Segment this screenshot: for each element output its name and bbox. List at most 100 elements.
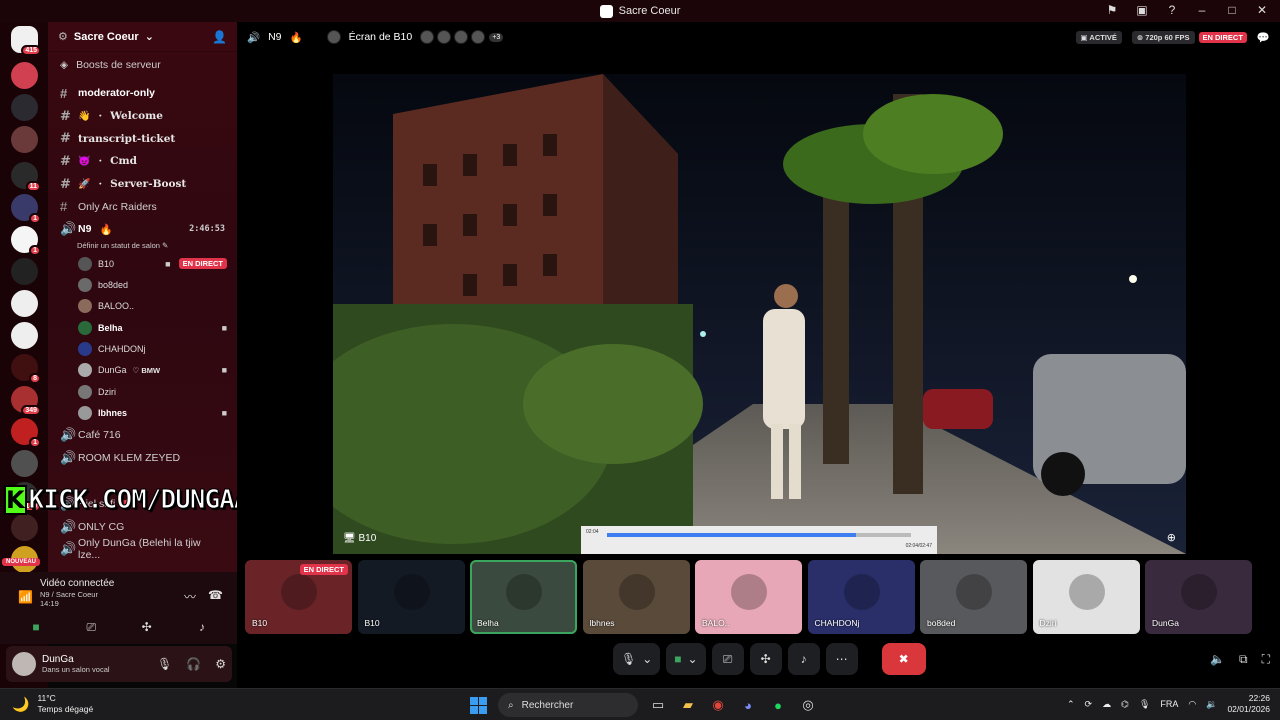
screen-share-button[interactable]: ⎚ [711, 643, 744, 675]
voice-member[interactable]: lbhnes ■ [48, 403, 237, 424]
participant-tile[interactable]: lbhnes [582, 560, 690, 634]
camera-toggle-button[interactable]: ■ ⌄ [666, 643, 706, 675]
server-icon[interactable] [11, 94, 38, 121]
fullscreen-icon[interactable]: ⛶ [1262, 652, 1270, 667]
zoom-icon[interactable]: ⊕ [1167, 531, 1176, 544]
minimize-icon[interactable]: – [1194, 3, 1210, 17]
user-info[interactable]: DunGa Dans un salon vocal [42, 654, 110, 674]
file-explorer-icon[interactable]: ▰ [678, 695, 698, 715]
app-icon[interactable]: ◎ [798, 695, 818, 715]
more-options-button[interactable]: ⋯ [825, 643, 858, 675]
invite-icon[interactable]: 👤 [212, 30, 227, 44]
participant-tile[interactable]: Belha [470, 560, 577, 634]
spotify-icon[interactable]: ● [768, 695, 788, 715]
volume-icon[interactable]: 🔈 [1210, 652, 1225, 667]
leave-call-button[interactable]: ✖ [881, 643, 926, 675]
cloud-icon[interactable]: ☁ [1102, 699, 1111, 710]
participant-tile[interactable]: bo8ded [920, 560, 1027, 634]
clock[interactable]: 22:26 02/01/2026 [1227, 693, 1270, 715]
chevron-up-icon[interactable]: ⌃ [1067, 699, 1075, 710]
chevron-down-icon[interactable]: ⌄ [688, 652, 698, 666]
participant-tile[interactable]: CHAHDONj [807, 560, 915, 634]
server-icon[interactable] [11, 62, 38, 89]
stream-video[interactable]: 🖥 B10 ⊕ 02:04 02:04/02:47 [333, 74, 1186, 554]
close-icon[interactable]: ✕ [1254, 3, 1270, 17]
chat-icon[interactable]: 💬 [1257, 31, 1270, 44]
volume-icon[interactable]: 🔉 [1206, 699, 1217, 710]
active-status[interactable]: ▣ ACTIVÉ [1075, 30, 1122, 44]
server-boosts[interactable]: ◈ Boosts de serveur [48, 52, 237, 78]
soundboard-button[interactable]: ♪ [180, 616, 224, 638]
disconnect-icon[interactable]: ☎ [208, 588, 223, 605]
voice-member[interactable]: bo8ded [48, 274, 237, 295]
voice-member[interactable]: DunGa ♡ BMW ■ [48, 360, 237, 381]
voice-channel-n9[interactable]: 🔊 N9 🔥 2:46:53 [48, 218, 237, 241]
screen-icon[interactable]: ▣ [1134, 3, 1150, 17]
participant-tile[interactable]: Dziri [1032, 560, 1140, 634]
server-icon[interactable]: 11 [11, 162, 41, 192]
mic-toggle-button[interactable]: 🎙 ⌄ [613, 643, 661, 675]
channel-item[interactable]: # 😈 · Cmd [48, 150, 237, 173]
voice-channel-item[interactable]: 🔊 Café 716 [48, 424, 237, 447]
server-icon[interactable] [11, 322, 38, 349]
more-viewers-count[interactable]: +3 [489, 32, 504, 42]
voice-member[interactable]: Dziri [48, 381, 237, 402]
participant-tile[interactable]: DunGa [1145, 560, 1252, 634]
language-indicator[interactable]: FRA [1160, 699, 1178, 709]
activities-button[interactable]: ✣ [749, 643, 782, 675]
avatar[interactable] [12, 652, 36, 676]
task-view-icon[interactable]: ▭ [648, 695, 668, 715]
help-icon[interactable]: ? [1164, 3, 1180, 17]
server-icon[interactable]: 8 [11, 354, 41, 384]
voice-member[interactable]: Belha ■ [48, 317, 237, 338]
server-icon[interactable] [11, 290, 38, 317]
participant-tile[interactable]: B10 EN DIRECT [245, 560, 352, 634]
voice-channel-item[interactable]: 🔊 ONLY CG [48, 515, 237, 538]
channel-item[interactable]: # transcript-ticket [48, 127, 237, 150]
soundboard-button[interactable]: ♪ [787, 643, 820, 675]
channel-item[interactable]: # 🚀 · Server-Boost [48, 173, 237, 196]
server-icon[interactable]: 1 [11, 418, 41, 448]
server-icon[interactable]: 349 [11, 386, 41, 416]
weather-widget[interactable]: 🌙 11°C Temps dégagé [12, 693, 93, 715]
discord-icon[interactable]: ◕ [738, 695, 758, 715]
server-icon[interactable]: 415 [11, 26, 41, 56]
channel-item[interactable]: # moderator-only [48, 82, 237, 105]
wifi-icon[interactable]: ◠ [1188, 699, 1196, 710]
inbox-icon[interactable]: ⚑ [1104, 3, 1120, 17]
network-icon[interactable]: ⌬ [1121, 699, 1129, 710]
stage-channel-name[interactable]: N9 [268, 31, 281, 43]
signal-icon[interactable]: 📶 [18, 590, 33, 604]
channel-item[interactable]: # Only Arc Raiders [48, 195, 237, 218]
participant-tile[interactable]: B10 [357, 560, 465, 634]
server-icon[interactable] [11, 258, 38, 285]
channel-status-hint[interactable]: Définir un statut de salon ✎ [48, 241, 237, 253]
server-header[interactable]: ⚙ Sacre Coeur ⌄ 👤 [48, 22, 237, 52]
sync-icon[interactable]: ⟳ [1085, 699, 1093, 710]
participant-tile[interactable]: BALO.. [695, 560, 802, 634]
voice-member[interactable]: B10 ■ EN DIRECT [48, 253, 237, 274]
mic-icon[interactable]: 🎙 [157, 657, 172, 671]
voice-channel-item[interactable]: 🔊 Only DunGa (Belehi la tjiw lze... [48, 537, 237, 561]
settings-gear-icon[interactable]: ⚙ [215, 657, 226, 671]
soundboard-wave-icon[interactable]: 〰 [184, 588, 196, 605]
voice-channel-item[interactable]: 🔊 ROOM KLEM ZEYED [48, 447, 237, 469]
maximize-icon[interactable]: □ [1224, 3, 1240, 17]
chrome-icon[interactable]: ◉ [708, 695, 728, 715]
headphones-icon[interactable]: 🎧 [186, 657, 201, 671]
voice-member[interactable]: CHAHDONj [48, 338, 237, 359]
mic-icon[interactable]: 🎙 [1139, 699, 1150, 710]
channel-item[interactable]: # 👋 · Welcome [48, 105, 237, 128]
chevron-down-icon[interactable]: ⌄ [642, 652, 652, 666]
server-icon[interactable]: 1 [11, 226, 41, 256]
server-icon[interactable]: 1 [11, 194, 41, 224]
start-button[interactable] [468, 695, 488, 715]
screen-label[interactable]: Écran de B10 [349, 31, 413, 43]
taskbar-search[interactable]: ⌕ Rechercher [498, 693, 638, 717]
screen-share-button[interactable]: ⎚ [69, 616, 113, 638]
camera-button[interactable]: ■ [14, 616, 58, 638]
server-icon[interactable] [11, 126, 38, 153]
activities-button[interactable]: ✣ [125, 616, 169, 638]
popout-icon[interactable]: ⧉ [1239, 652, 1248, 667]
server-icon[interactable] [11, 450, 38, 477]
